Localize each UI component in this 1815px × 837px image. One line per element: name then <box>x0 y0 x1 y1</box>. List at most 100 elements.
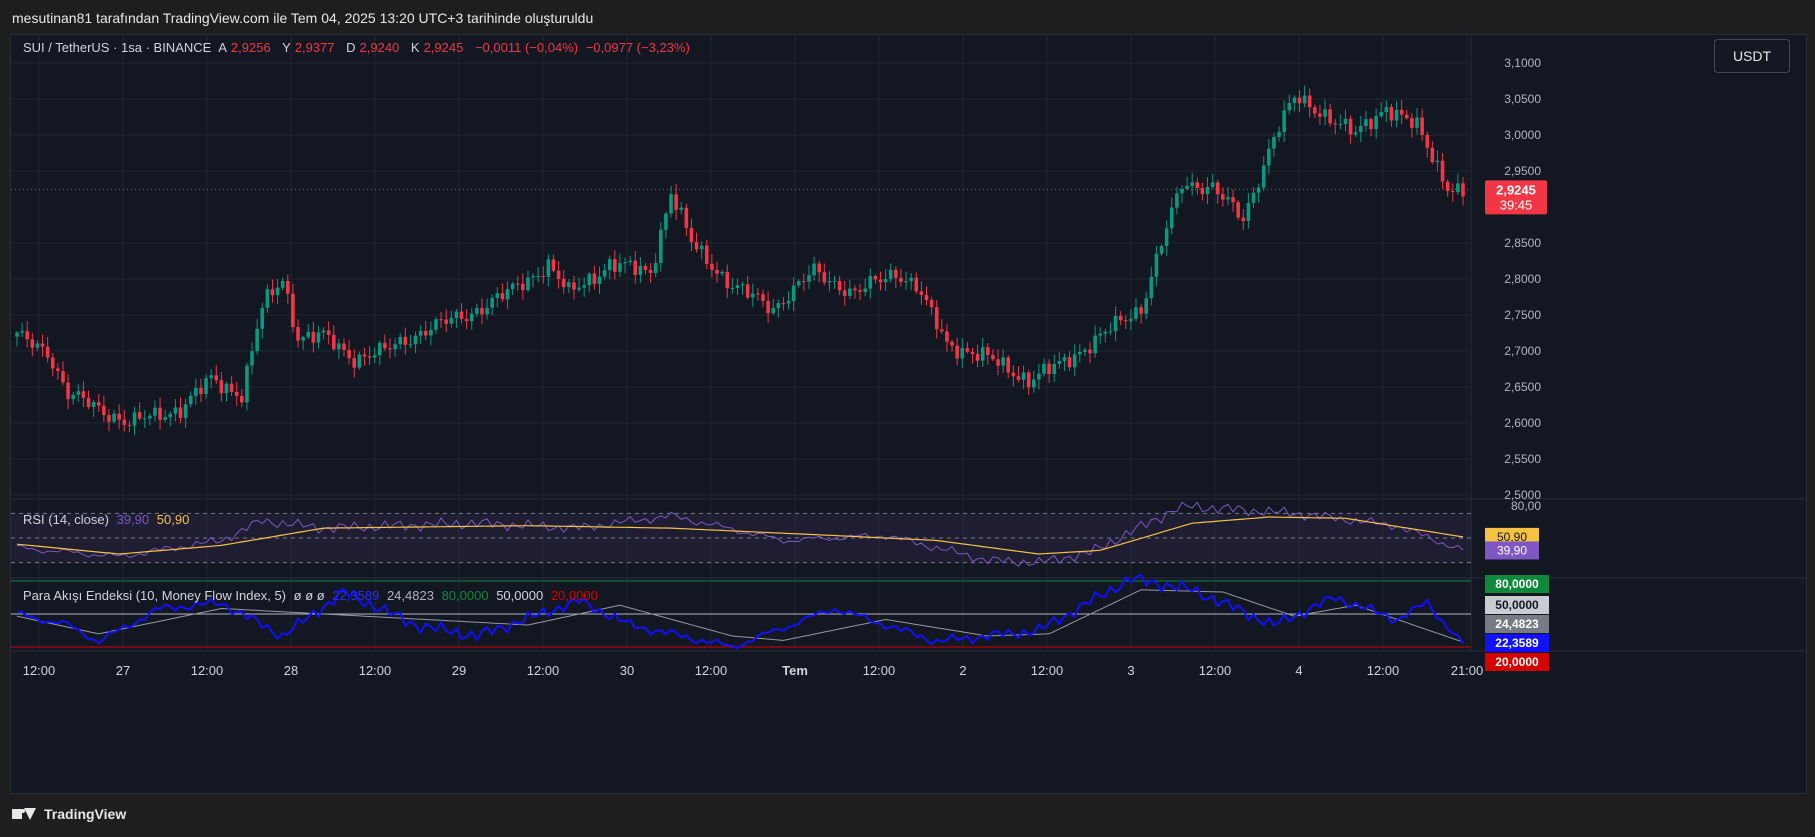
candle-body[interactable] <box>521 283 525 291</box>
candle-body[interactable] <box>326 330 331 335</box>
candle-body[interactable] <box>1246 202 1251 222</box>
candle-body[interactable] <box>352 358 357 368</box>
candle-body[interactable] <box>204 378 208 395</box>
candle-body[interactable] <box>592 273 597 284</box>
candle-body[interactable] <box>127 424 132 426</box>
candle-body[interactable] <box>66 382 70 400</box>
candle-body[interactable] <box>1461 183 1465 197</box>
candle-body[interactable] <box>1456 183 1460 193</box>
candle-body[interactable] <box>796 281 801 286</box>
candle-body[interactable] <box>270 289 275 296</box>
candle-body[interactable] <box>459 311 464 319</box>
candle-body[interactable] <box>648 269 653 273</box>
candle-body[interactable] <box>383 342 387 349</box>
candle-body[interactable] <box>1113 315 1118 332</box>
candle-body[interactable] <box>730 288 735 290</box>
candle-body[interactable] <box>1031 379 1036 388</box>
candle-body[interactable] <box>817 263 821 273</box>
candle-body[interactable] <box>275 287 280 296</box>
candle-body[interactable] <box>745 284 750 298</box>
candle-body[interactable] <box>1205 187 1210 195</box>
candle-body[interactable] <box>567 282 571 288</box>
candle-body[interactable] <box>802 281 806 283</box>
candle-body[interactable] <box>551 259 556 271</box>
candle-body[interactable] <box>1343 118 1348 124</box>
candle-body[interactable] <box>163 417 167 420</box>
candle-body[interactable] <box>638 265 643 275</box>
candle-body[interactable] <box>960 348 965 359</box>
candle-body[interactable] <box>1215 182 1220 195</box>
candle-body[interactable] <box>561 278 566 288</box>
candle-body[interactable] <box>531 276 535 278</box>
candle-body[interactable] <box>1006 357 1011 373</box>
candle-body[interactable] <box>357 354 362 368</box>
candle-body[interactable] <box>684 207 689 228</box>
candle-body[interactable] <box>393 344 397 350</box>
candle-body[interactable] <box>572 282 576 290</box>
candle-body[interactable] <box>1394 109 1399 121</box>
candle-body[interactable] <box>306 331 311 338</box>
candle-body[interactable] <box>286 281 290 294</box>
candle-body[interactable] <box>556 270 561 279</box>
candle-body[interactable] <box>536 276 540 278</box>
candle-body[interactable] <box>996 359 1000 366</box>
candle-body[interactable] <box>812 263 816 276</box>
candle-body[interactable] <box>1379 112 1384 117</box>
candle-body[interactable] <box>894 269 898 278</box>
candle-body[interactable] <box>1359 126 1363 133</box>
candle-body[interactable] <box>490 297 494 308</box>
candle-body[interactable] <box>505 289 510 300</box>
candle-body[interactable] <box>183 404 188 418</box>
candle-body[interactable] <box>321 330 326 333</box>
candle-body[interactable] <box>1169 207 1174 229</box>
candle-body[interactable] <box>909 277 913 282</box>
candle-body[interactable] <box>291 293 295 327</box>
symbol-label[interactable]: SUI / TetherUS · 1sa · BINANCE <box>23 40 211 55</box>
candle-body[interactable] <box>766 300 770 314</box>
candle-body[interactable] <box>1226 197 1230 200</box>
chart-frame[interactable]: 3,1000 3,0500 3,0000 2,9500 2,8500 2,8000 2,75… <box>10 34 1807 794</box>
candle-body[interactable] <box>429 329 433 336</box>
candle-body[interactable] <box>1210 182 1215 188</box>
candle-body[interactable] <box>1231 197 1235 203</box>
candle-body[interactable] <box>776 303 781 309</box>
candle-body[interactable] <box>1072 354 1077 368</box>
candle-body[interactable] <box>1236 202 1240 218</box>
candle-body[interactable] <box>914 277 919 292</box>
candle-body[interactable] <box>975 354 980 361</box>
candle-body[interactable] <box>495 293 500 298</box>
candle-body[interactable] <box>674 194 678 210</box>
candle-body[interactable] <box>919 291 924 295</box>
candle-body[interactable] <box>81 391 86 398</box>
candle-body[interactable] <box>50 357 55 369</box>
candle-body[interactable] <box>301 337 305 341</box>
candle-body[interactable] <box>1440 160 1445 182</box>
candle-body[interactable] <box>296 326 300 341</box>
candle-body[interactable] <box>265 289 270 308</box>
candle-body[interactable] <box>240 395 244 403</box>
candle-body[interactable] <box>1098 333 1103 336</box>
candle-body[interactable] <box>694 242 699 250</box>
candle-body[interactable] <box>771 308 776 314</box>
candle-body[interactable] <box>526 277 530 291</box>
candle-body[interactable] <box>1364 119 1368 127</box>
candle-body[interactable] <box>1144 298 1149 314</box>
candle-body[interactable] <box>1190 182 1194 186</box>
candle-body[interactable] <box>1348 118 1353 135</box>
candle-body[interactable] <box>188 395 193 405</box>
candle-body[interactable] <box>633 260 638 275</box>
candle-body[interactable] <box>945 331 949 342</box>
candle-body[interactable] <box>653 263 658 273</box>
candle-body[interactable] <box>280 281 285 288</box>
candle-body[interactable] <box>720 271 724 274</box>
candle-body[interactable] <box>112 413 116 422</box>
candle-body[interactable] <box>602 270 607 277</box>
candle-body[interactable] <box>873 276 878 280</box>
candle-body[interactable] <box>607 259 612 271</box>
candle-body[interactable] <box>980 347 985 361</box>
candle-body[interactable] <box>219 380 224 394</box>
candle-body[interactable] <box>1241 217 1246 222</box>
candle-body[interactable] <box>597 276 602 284</box>
candle-body[interactable] <box>1154 253 1159 277</box>
candle-body[interactable] <box>1307 95 1312 108</box>
